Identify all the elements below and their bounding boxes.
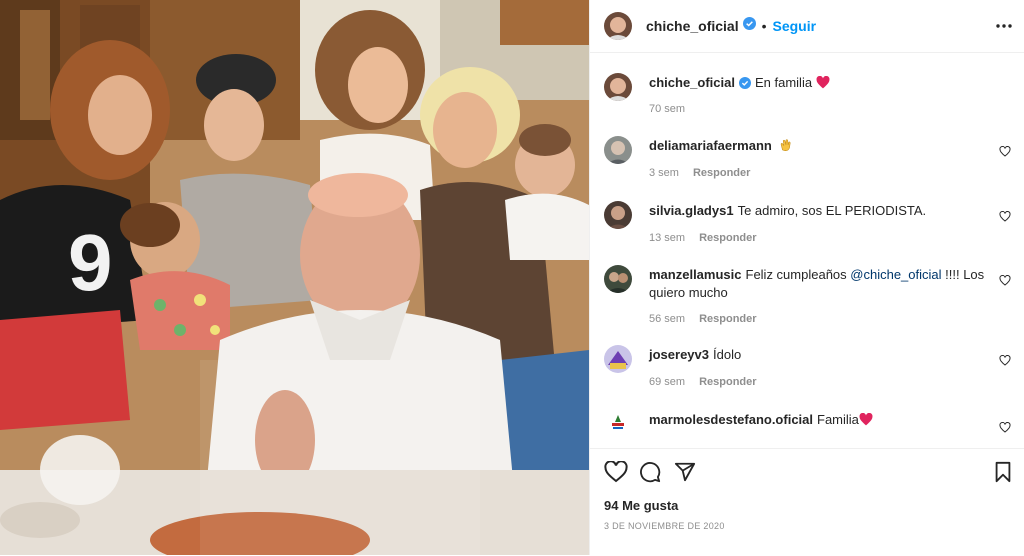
comment-age: 3 sem [649, 167, 679, 179]
comment-item: josereyv3 Ídolo 69 sem Responder [604, 345, 1011, 395]
caption: chiche_oficial En familia 70 sem [604, 73, 1011, 133]
comment-age: 13 sem [649, 232, 686, 244]
comment-text: manzellamusic Feliz cumpleaños @chiche_of… [649, 266, 985, 302]
comment-text: josereyv3 Ídolo [649, 346, 985, 364]
comment-text: silvia.gladys1 Te admiro, sos EL PERIODIS… [649, 202, 985, 220]
comment-username[interactable]: marmolesdestefano.oficial [649, 412, 813, 427]
author-username[interactable]: chiche_oficial [646, 18, 739, 34]
reply-button[interactable]: Responder [693, 167, 750, 179]
more-options-icon[interactable] [995, 17, 1013, 40]
caption-age: 70 sem [649, 103, 686, 115]
heart-icon[interactable] [999, 420, 1011, 438]
post-photo[interactable]: 9 [0, 0, 589, 555]
reply-button[interactable]: Responder [699, 376, 756, 388]
comment-item: marmolesdestefano.oficial Familia [604, 410, 1011, 448]
caption-text: chiche_oficial En familia [649, 74, 985, 94]
red-heart-emoji [816, 75, 830, 90]
caption-body: En familia [754, 75, 813, 90]
verified-badge-icon [742, 17, 756, 35]
verified-badge-icon [738, 76, 751, 94]
post-header: chiche_oficial • Seguir [590, 0, 1024, 53]
comment-text: deliamariafaermann [649, 137, 985, 155]
reply-button[interactable]: Responder [699, 232, 756, 244]
family-photo-image: 9 [0, 0, 589, 555]
commenter-avatar[interactable] [604, 345, 632, 373]
commenter-avatar[interactable] [604, 265, 632, 293]
commenter-avatar[interactable] [604, 201, 632, 229]
comment-username[interactable]: silvia.gladys1 [649, 203, 734, 218]
svg-text:9: 9 [68, 218, 113, 307]
comment-age: 56 sem [649, 313, 686, 325]
heart-icon[interactable] [999, 273, 1011, 291]
comment-meta: 13 sem Responder [649, 232, 757, 244]
post-date: 3 DE NOVIEMBRE DE 2020 [604, 521, 725, 531]
comment-meta: 56 sem Responder [649, 313, 757, 325]
comment-meta: 69 sem Responder [649, 376, 757, 388]
comment-username[interactable]: josereyv3 [649, 347, 709, 362]
comment-meta: 3 sem Responder [649, 167, 750, 179]
comment-body: Familia [817, 412, 859, 427]
heart-icon[interactable] [999, 144, 1011, 162]
comment-body: Te admiro, sos EL PERIODISTA. [737, 203, 927, 218]
comment-body: Feliz cumpleaños [745, 267, 851, 282]
commenter-avatar[interactable] [604, 136, 632, 164]
bookmark-icon[interactable] [993, 461, 1013, 488]
author-avatar[interactable] [604, 73, 632, 101]
author-avatar[interactable] [604, 12, 632, 40]
commenter-avatar[interactable] [604, 410, 632, 438]
comment-username[interactable]: deliamariafaermann [649, 138, 772, 153]
likes-count[interactable]: 94 Me gusta [604, 498, 678, 513]
heart-icon[interactable] [999, 353, 1011, 371]
follow-button[interactable]: Seguir [773, 18, 817, 34]
reply-button[interactable]: Responder [699, 313, 756, 325]
separator-dot: • [761, 18, 767, 34]
red-heart-emoji [859, 412, 873, 427]
post-detail-panel: chiche_oficial • Seguir chiche_oficial En… [589, 0, 1024, 555]
comment-body: Ídolo [713, 347, 742, 362]
mention-link[interactable]: @chiche_oficial [850, 267, 941, 282]
comment-icon[interactable] [639, 461, 661, 488]
caption-username[interactable]: chiche_oficial [649, 75, 735, 90]
comment-username[interactable]: manzellamusic [649, 267, 742, 282]
comment-item: deliamariafaermann 3 sem Responder [604, 136, 1011, 186]
comment-item: silvia.gladys1 Te admiro, sos EL PERIODIS… [604, 201, 1011, 251]
post-actions: 94 Me gusta 3 DE NOVIEMBRE DE 2020 [590, 448, 1024, 556]
heart-icon[interactable] [604, 460, 628, 488]
share-icon[interactable] [674, 461, 696, 488]
comment-text: marmolesdestefano.oficial Familia [649, 411, 985, 429]
comment-item: manzellamusic Feliz cumpleaños @chiche_of… [604, 265, 1011, 333]
comment-age: 69 sem [649, 376, 686, 388]
clapping-hands-emoji [779, 138, 793, 153]
comments-list[interactable]: chiche_oficial En familia 70 sem deliamar… [590, 53, 1024, 448]
heart-icon[interactable] [999, 209, 1011, 227]
